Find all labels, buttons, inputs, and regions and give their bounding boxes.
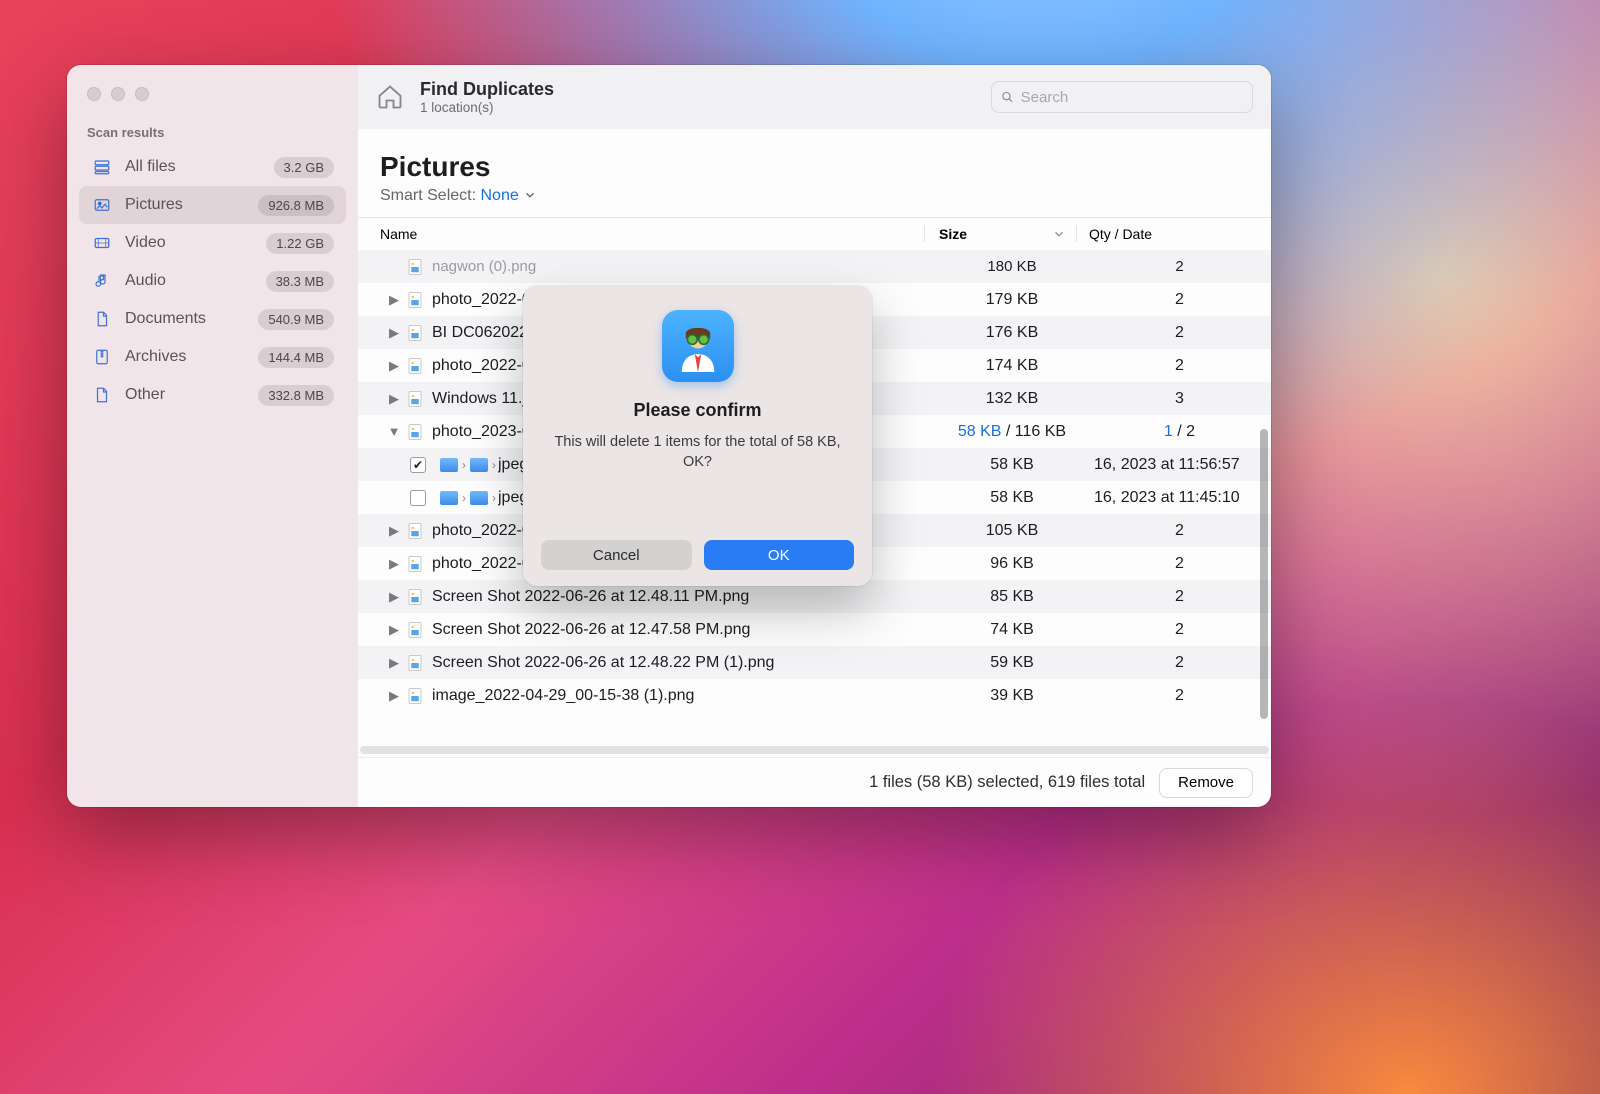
app-icon: [662, 310, 734, 382]
app-window: Scan results All files 3.2 GB Pictures 9…: [67, 65, 1271, 807]
ok-button[interactable]: OK: [704, 540, 855, 570]
cancel-button[interactable]: Cancel: [541, 540, 692, 570]
confirm-dialog: Please confirm This will delete 1 items …: [523, 286, 872, 586]
modal-overlay: Please confirm This will delete 1 items …: [67, 65, 1271, 807]
doctor-icon: [672, 320, 724, 372]
dialog-message: This will delete 1 items for the total o…: [541, 433, 854, 472]
dialog-title: Please confirm: [633, 400, 761, 421]
